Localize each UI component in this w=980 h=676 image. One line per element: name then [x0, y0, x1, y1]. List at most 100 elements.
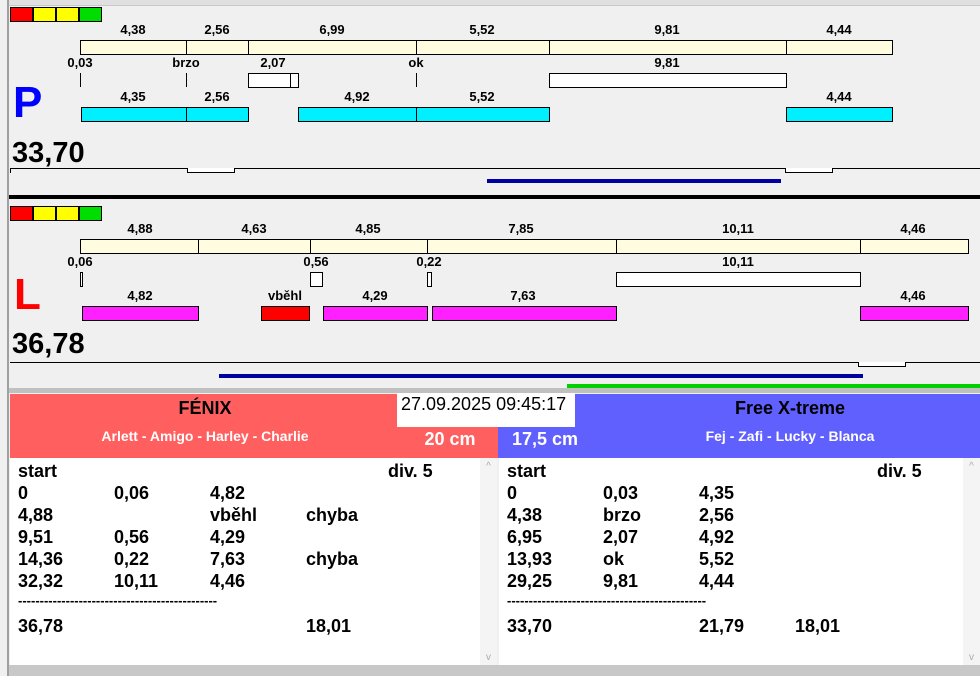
- reaction-box: [549, 73, 787, 88]
- list-cell: 4,88: [18, 505, 54, 525]
- list-cell: 13,93: [507, 549, 553, 569]
- split-divider: [616, 239, 617, 254]
- run-label: 4,92: [344, 89, 370, 104]
- reaction-box: [310, 272, 323, 287]
- list-cell: 4,44: [699, 571, 735, 591]
- timeline-marker: [858, 362, 906, 367]
- run-bar: [82, 306, 199, 321]
- list-divider: ----------------------------------------…: [18, 593, 218, 608]
- list-cell: 4,35: [699, 483, 735, 503]
- status-lights-bottom: [10, 206, 104, 221]
- timeline-marker: [187, 168, 235, 173]
- reaction-label: 0,56: [303, 254, 329, 269]
- right-scrollbar[interactable]: ^ v: [963, 458, 980, 665]
- list-cell: 10,11: [114, 571, 159, 591]
- split-divider: [860, 239, 861, 254]
- right-team-height: 17,5 cm: [511, 429, 579, 449]
- list-cell: 32,32: [18, 571, 64, 591]
- list-cell: 4,38: [507, 505, 543, 525]
- reaction-tick: [186, 73, 187, 87]
- reaction-label: 0,22: [416, 254, 442, 269]
- list-cell: ok: [603, 549, 625, 569]
- reaction-tick: [290, 73, 291, 87]
- list-cell: 2,07: [603, 527, 639, 547]
- timeline-p: [10, 168, 980, 169]
- list-header-div: div. 5: [877, 461, 922, 481]
- list-total: 36,78: [18, 616, 64, 636]
- right-team-name: Free X-treme: [734, 398, 846, 418]
- list-cell: 9,81: [603, 571, 639, 591]
- list-cell: 0: [18, 483, 29, 503]
- reaction-label: 0,03: [67, 55, 93, 70]
- run-bar: [323, 306, 428, 321]
- list-header-start: start: [507, 461, 547, 481]
- split-divider: [198, 239, 199, 254]
- run-label: 4,46: [900, 288, 926, 303]
- list-total: 18,01: [306, 616, 352, 636]
- reaction-label: 10,11: [722, 254, 754, 269]
- track-letter-p: P: [13, 78, 43, 127]
- left-team-dogs: Arlett - Amigo - Harley - Charlie: [101, 428, 309, 444]
- list-cell: chyba: [306, 505, 359, 525]
- reaction-label: 0,06: [67, 254, 93, 269]
- list-cell: 7,63: [210, 549, 246, 569]
- list-cell: 0: [507, 483, 518, 503]
- progress-line-p: [487, 179, 781, 183]
- run-bar: [786, 107, 893, 122]
- left-results-list[interactable]: start div. 5 0 0,06 4,82 4,88 vběhl chyba 9,51 0,…: [10, 458, 497, 665]
- split-divider: [248, 40, 249, 55]
- right-team-dogs: Fej - Zafi - Lucky - Blanca: [705, 428, 875, 444]
- list-cell: 6,95: [507, 527, 543, 547]
- left-scrollbar[interactable]: ^ v: [480, 458, 497, 665]
- reaction-tick: [416, 73, 417, 87]
- list-cell: 0,22: [114, 549, 150, 569]
- bottom-border: [9, 665, 980, 676]
- run-bar: [416, 107, 550, 122]
- list-cell: 9,51: [18, 527, 54, 547]
- separator: [9, 195, 980, 199]
- list-cell: chyba: [306, 549, 359, 569]
- list-cell: 0,06: [114, 483, 150, 503]
- split-label: 4,63: [241, 221, 267, 236]
- list-cell: vběhl: [210, 505, 258, 525]
- track-letter-l: L: [14, 270, 41, 319]
- list-cell: 4,82: [210, 483, 246, 503]
- reaction-label: 9,81: [654, 55, 680, 70]
- split-divider: [186, 40, 187, 55]
- list-total: 21,79: [699, 616, 745, 636]
- progress-line-l: [219, 374, 863, 378]
- run-label: 4,44: [826, 89, 852, 104]
- track-total-p: 33,70: [12, 137, 85, 169]
- track-total-l: 36,78: [12, 328, 85, 360]
- top-strip: [9, 0, 980, 6]
- list-cell: 0,56: [114, 527, 150, 547]
- split-label: 9,81: [654, 22, 680, 37]
- list-header-div: div. 5: [388, 461, 433, 481]
- list-cell: 29,25: [507, 571, 553, 591]
- run-bar: [186, 107, 249, 122]
- split-bar: [80, 40, 893, 55]
- left-team-height: 20 cm: [424, 429, 476, 449]
- split-label: 4,44: [826, 22, 852, 37]
- reaction-box: [248, 73, 299, 88]
- reaction-label: brzo: [172, 55, 200, 70]
- run-label: 5,52: [469, 89, 495, 104]
- timeline-marker: [785, 168, 833, 173]
- reaction-label: 2,07: [260, 55, 286, 70]
- left-team-name: FÉNIX: [178, 398, 232, 418]
- split-label: 10,11: [722, 221, 754, 236]
- reaction-box: [427, 272, 432, 287]
- run-bar: [860, 306, 969, 321]
- list-divider: ----------------------------------------…: [507, 593, 707, 608]
- split-bar: [80, 239, 969, 254]
- list-cell: 14,36: [18, 549, 64, 569]
- split-divider: [427, 239, 428, 254]
- run-label: 4,35: [120, 89, 146, 104]
- run-label: 2,56: [204, 89, 230, 104]
- right-results-list[interactable]: start div. 5 0 0,03 4,35 4,38 brzo 2,56 6,95 2,07…: [499, 458, 980, 665]
- list-header-start: start: [18, 461, 58, 481]
- split-label: 2,56: [204, 22, 230, 37]
- split-divider: [786, 40, 787, 55]
- list-cell: 4,92: [699, 527, 735, 547]
- list-total: 33,70: [507, 616, 553, 636]
